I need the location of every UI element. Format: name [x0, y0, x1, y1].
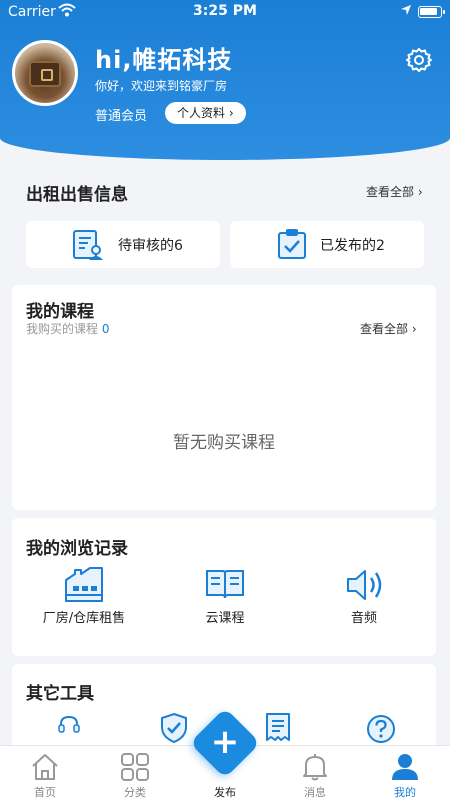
review-document-icon — [71, 228, 105, 266]
my-courses-title: 我的课程 — [26, 302, 94, 322]
status-bar: Carrier 3:25 PM — [0, 0, 450, 24]
avatar[interactable] — [12, 40, 78, 106]
published-card[interactable]: 已发布的2 — [230, 221, 424, 268]
rental-see-all-link[interactable]: 查看全部 › — [366, 183, 423, 200]
tools-title: 其它工具 — [26, 684, 94, 704]
member-level: 普通会员 — [95, 109, 148, 124]
pending-review-label: 待审核的6 — [118, 238, 183, 254]
history-title: 我的浏览记录 — [26, 539, 128, 559]
tab-home[interactable]: 首页 — [0, 746, 90, 800]
bell-icon — [300, 752, 330, 782]
tab-home-label: 首页 — [34, 786, 56, 799]
avatar-image — [29, 61, 61, 87]
chevron-right-icon: › — [408, 322, 417, 336]
receipt-icon[interactable] — [264, 712, 292, 748]
history-item-course-label[interactable]: 云课程 — [160, 607, 290, 626]
purchased-courses-summary: 我购买的课程 0 — [26, 320, 109, 337]
tab-publish-label: 发布 — [214, 786, 236, 799]
pending-review-card[interactable]: 待审核的6 — [26, 221, 220, 268]
history-item-audio-label[interactable]: 音频 — [299, 607, 429, 626]
home-icon — [30, 752, 60, 782]
courses-empty-text: 暂无购买课程 — [173, 433, 275, 453]
location-arrow-icon — [400, 4, 412, 20]
courses-see-all-link[interactable]: 查看全部 › — [360, 320, 417, 337]
help-icon[interactable] — [366, 714, 396, 748]
history-item-factory-label[interactable]: 厂房/仓库租售 — [19, 607, 149, 626]
rental-see-all-label: 查看全部 — [366, 185, 415, 199]
clock: 3:25 PM — [193, 3, 257, 19]
clipboard-check-icon — [276, 227, 310, 265]
chevron-right-icon: › — [225, 106, 234, 120]
rental-sale-title: 出租出售信息 — [26, 185, 128, 205]
factory-icon[interactable] — [63, 566, 105, 608]
tab-messages[interactable]: 消息 — [270, 746, 360, 800]
speaker-icon[interactable] — [345, 567, 385, 607]
shield-check-icon[interactable] — [160, 712, 188, 748]
tab-category[interactable]: 分类 — [90, 746, 180, 800]
grid-icon — [120, 752, 150, 782]
purchased-courses-label: 我购买的课程 — [26, 322, 99, 336]
greeting-title: hi,帷拓科技 — [95, 46, 233, 74]
settings-gear-icon[interactable] — [406, 47, 432, 73]
open-book-icon[interactable] — [205, 567, 245, 605]
profile-button[interactable]: 个人资料 › — [165, 102, 246, 124]
tab-mine-label: 我的 — [394, 786, 416, 799]
published-label: 已发布的2 — [320, 238, 385, 254]
tab-messages-label: 消息 — [304, 786, 326, 799]
welcome-text: 你好，欢迎来到铭豪厂房 — [95, 79, 228, 93]
courses-see-all-label: 查看全部 — [360, 322, 409, 336]
plus-icon[interactable]: + — [200, 718, 250, 768]
profile-button-label: 个人资料 — [177, 106, 226, 120]
user-icon — [390, 752, 420, 782]
battery-icon — [418, 6, 445, 18]
chevron-right-icon: › — [414, 185, 423, 199]
tab-category-label: 分类 — [124, 786, 146, 799]
tab-mine[interactable]: 我的 — [360, 746, 450, 800]
purchased-courses-count: 0 — [101, 322, 110, 336]
headset-icon[interactable] — [57, 714, 81, 740]
